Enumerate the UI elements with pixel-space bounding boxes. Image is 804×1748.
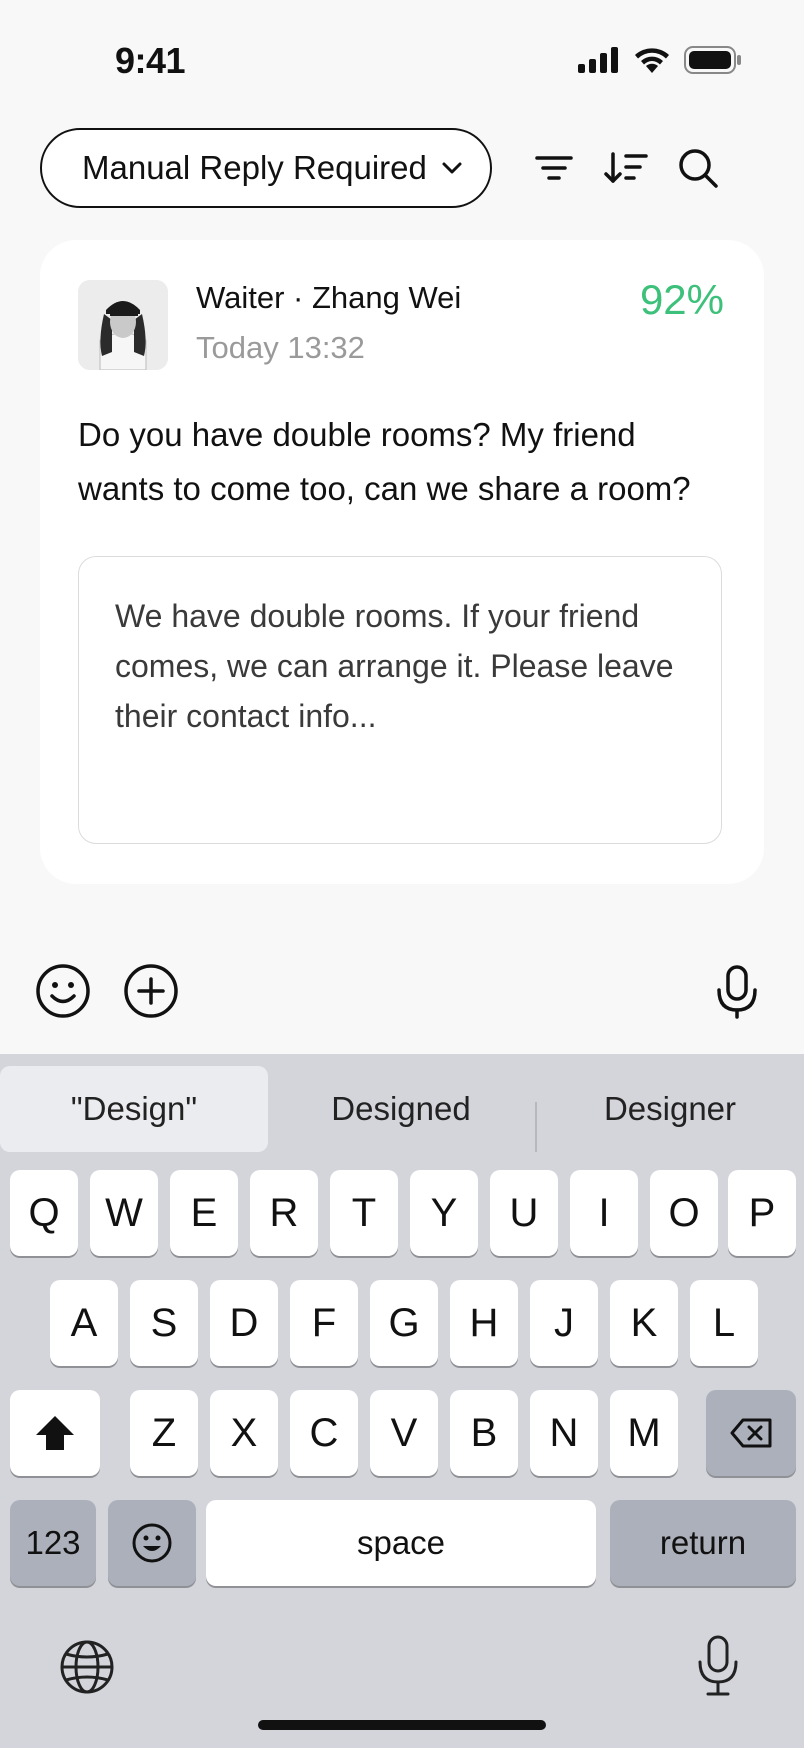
key-q[interactable]: Q xyxy=(10,1170,78,1256)
key-e[interactable]: E xyxy=(170,1170,238,1256)
suggestion-bar: "Design" Designed Designer xyxy=(0,1066,804,1152)
key-c[interactable]: C xyxy=(290,1390,358,1476)
key-u[interactable]: U xyxy=(490,1170,558,1256)
avatar-portrait xyxy=(78,280,168,370)
key-a[interactable]: A xyxy=(50,1280,118,1366)
shift-key[interactable] xyxy=(10,1390,100,1476)
suggestion-item[interactable]: Designer xyxy=(536,1066,804,1152)
keyboard: "Design" Designed Designer Q W E R T Y U… xyxy=(0,1054,804,1748)
key-r[interactable]: R xyxy=(250,1170,318,1256)
emoji-key[interactable] xyxy=(108,1500,196,1586)
key-g[interactable]: G xyxy=(370,1280,438,1366)
search-button[interactable] xyxy=(670,140,726,196)
key-j[interactable]: J xyxy=(530,1280,598,1366)
filter-icon xyxy=(535,156,573,180)
emoji-picker-icon[interactable] xyxy=(34,962,92,1020)
space-key[interactable]: space xyxy=(206,1500,596,1586)
cellular-signal-icon xyxy=(578,47,618,73)
chevron-down-icon xyxy=(442,162,462,174)
home-indicator xyxy=(258,1720,546,1730)
add-attachment-icon[interactable] xyxy=(122,962,180,1020)
status-bar: 9:41 xyxy=(0,0,804,120)
key-f[interactable]: F xyxy=(290,1280,358,1366)
numbers-key[interactable]: 123 xyxy=(10,1500,96,1586)
status-time: 9:41 xyxy=(115,40,186,81)
globe-icon[interactable] xyxy=(58,1638,116,1696)
voice-input-icon[interactable] xyxy=(708,962,766,1020)
battery-icon xyxy=(684,46,741,74)
backspace-icon xyxy=(730,1418,772,1448)
sort-icon xyxy=(604,152,648,183)
suggestion-item[interactable]: Designed xyxy=(268,1066,534,1152)
key-m[interactable]: M xyxy=(610,1390,678,1476)
customer-message: Do you have double rooms? My friend want… xyxy=(78,416,691,507)
wifi-icon xyxy=(635,48,669,73)
key-k[interactable]: K xyxy=(610,1280,678,1366)
emoji-icon xyxy=(132,1523,172,1563)
reply-draft-input[interactable]: We have double rooms. If your friend com… xyxy=(78,556,722,844)
key-v[interactable]: V xyxy=(370,1390,438,1476)
key-w[interactable]: W xyxy=(90,1170,158,1256)
status-filter-label: Manual Reply Required xyxy=(82,149,427,186)
filter-button[interactable] xyxy=(526,140,582,196)
key-i[interactable]: I xyxy=(570,1170,638,1256)
key-b[interactable]: B xyxy=(450,1390,518,1476)
key-z[interactable]: Z xyxy=(130,1390,198,1476)
sort-button[interactable] xyxy=(598,140,654,196)
status-filter-dropdown[interactable]: Manual Reply Required xyxy=(40,128,492,208)
return-key[interactable]: return xyxy=(610,1500,796,1586)
suggestion-item[interactable]: "Design" xyxy=(0,1066,268,1152)
status-icons xyxy=(578,46,742,74)
shift-icon xyxy=(36,1416,74,1450)
key-d[interactable]: D xyxy=(210,1280,278,1366)
input-toolbar xyxy=(0,950,804,1034)
sender-name: Waiter · Zhang Wei xyxy=(196,280,462,315)
key-o[interactable]: O xyxy=(650,1170,718,1256)
search-icon xyxy=(679,149,718,188)
message-timestamp: Today 13:32 xyxy=(196,330,365,365)
key-y[interactable]: Y xyxy=(410,1170,478,1256)
dictation-icon[interactable] xyxy=(690,1634,746,1698)
key-p[interactable]: P xyxy=(728,1170,796,1256)
key-l[interactable]: L xyxy=(690,1280,758,1366)
key-n[interactable]: N xyxy=(530,1390,598,1476)
confidence-score: 92% xyxy=(639,276,724,323)
message-card[interactable]: Waiter · Zhang Wei Today 13:32 92% Do yo… xyxy=(40,240,764,884)
top-bar: Manual Reply Required xyxy=(0,128,804,208)
key-t[interactable]: T xyxy=(330,1170,398,1256)
key-x[interactable]: X xyxy=(210,1390,278,1476)
key-s[interactable]: S xyxy=(130,1280,198,1366)
key-h[interactable]: H xyxy=(450,1280,518,1366)
delete-key[interactable] xyxy=(706,1390,796,1476)
avatar xyxy=(78,280,168,370)
